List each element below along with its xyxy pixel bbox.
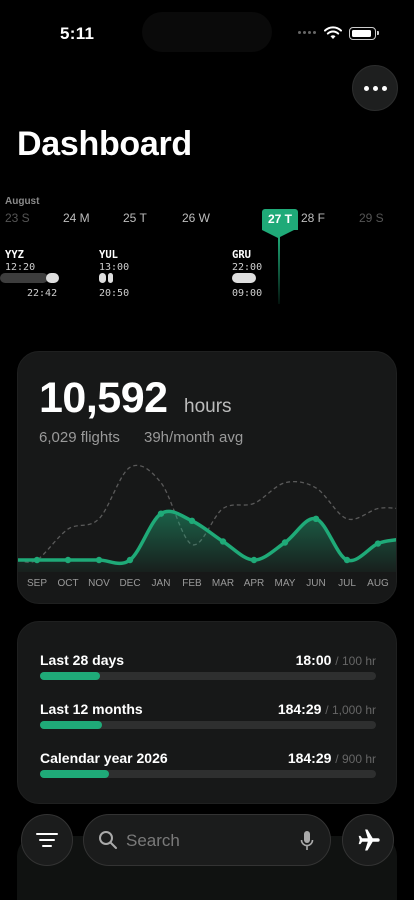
limit-label: Last 28 days: [40, 652, 125, 668]
add-flight-button[interactable]: [342, 814, 394, 866]
flight-departure: 13:00: [99, 262, 130, 273]
status-time: 5:11: [60, 24, 95, 43]
flight-bar: [0, 273, 48, 283]
timeline-month: August: [5, 196, 40, 207]
data-point: [281, 539, 289, 546]
timeline-day[interactable]: 26 W: [182, 211, 210, 225]
flight-bar: [232, 273, 256, 283]
flight-bar: [99, 273, 106, 283]
flight-bar: [108, 273, 113, 283]
flight-arrival: 09:00: [232, 288, 263, 299]
battery-icon: [349, 27, 379, 40]
x-tick-label: MAR: [211, 578, 235, 589]
data-point: [33, 556, 41, 564]
data-point: [312, 515, 320, 522]
x-tick-label: MAY: [274, 578, 296, 589]
timeline-day-today[interactable]: 27 T: [262, 209, 299, 230]
monthly-average: 39h/month avg: [144, 429, 244, 446]
flight-arrival: 20:50: [99, 288, 130, 299]
data-point: [64, 556, 72, 564]
limit-progress-track: [40, 721, 376, 729]
flight-code: GRU: [232, 249, 251, 261]
search-placeholder: Search: [126, 831, 180, 850]
x-tick-label: FEB: [182, 578, 202, 589]
filter-menu-button[interactable]: [21, 814, 73, 866]
airplane-icon: [358, 829, 380, 851]
x-tick-label: OCT: [57, 578, 79, 589]
cellular-signal-icon: [298, 31, 316, 34]
flight-bar: [46, 273, 59, 283]
microphone-icon[interactable]: [300, 830, 314, 852]
search-field[interactable]: Search: [83, 814, 331, 866]
limits-card[interactable]: Last 28 days 18:00 / 100 hr Last 12 mont…: [17, 621, 397, 804]
dynamic-island: [142, 12, 272, 52]
data-point: [157, 510, 165, 517]
timeline-day[interactable]: 23 S: [5, 211, 30, 225]
timeline-day[interactable]: 25 T: [123, 211, 147, 225]
x-tick-label: APR: [243, 578, 265, 589]
flight-code: YUL: [99, 249, 118, 261]
x-tick-label: DEC: [119, 578, 141, 589]
data-point: [219, 538, 227, 545]
x-tick-label: AUG: [367, 578, 389, 589]
search-icon: [99, 831, 117, 849]
data-point: [374, 540, 382, 547]
filter-lines-icon: [36, 833, 58, 847]
hours-chart: [18, 464, 396, 572]
limit-progress-fill: [40, 721, 103, 729]
page-title: Dashboard: [17, 125, 192, 163]
limit-label: Calendar year 2026: [40, 750, 168, 766]
flight-arrival: 22:42: [27, 288, 58, 299]
hours-card[interactable]: 10,592 hours 6,029 flights 39h/month avg…: [17, 351, 397, 604]
ellipsis-icon: [363, 85, 369, 91]
limit-value: 184:29 / 900 hr: [287, 750, 376, 766]
timeline-day[interactable]: 29 S: [359, 211, 384, 225]
limit-progress-fill: [40, 770, 109, 778]
data-point: [126, 556, 134, 564]
data-point: [250, 556, 258, 564]
timeline-day[interactable]: 24 M: [63, 211, 90, 225]
status-bar: 5:11: [0, 0, 414, 60]
flight-count: 6,029 flights: [39, 429, 120, 446]
data-point: [343, 556, 351, 564]
limit-progress-track: [40, 770, 376, 778]
limit-value: 18:00 / 100 hr: [295, 652, 376, 668]
data-point: [95, 556, 103, 564]
flight-departure: 12:20: [5, 262, 36, 273]
flight-code: YYZ: [5, 249, 24, 261]
limit-progress-fill: [40, 672, 101, 680]
x-tick-label: NOV: [88, 578, 110, 589]
hours-unit: hours: [184, 396, 232, 417]
flight-departure: 22:00: [232, 262, 263, 273]
x-tick-label: JUN: [306, 578, 326, 589]
limit-label: Last 12 months: [40, 701, 143, 717]
limit-progress-track: [40, 672, 376, 680]
timeline-day[interactable]: 28 F: [301, 211, 325, 225]
x-tick-label: JUL: [338, 578, 356, 589]
wifi-icon: [324, 26, 342, 39]
x-tick-label: JAN: [151, 578, 171, 589]
total-hours: 10,592: [39, 374, 168, 422]
limit-value: 184:29 / 1,000 hr: [277, 701, 376, 717]
today-line: [278, 236, 280, 304]
data-point: [188, 517, 196, 525]
more-options-button[interactable]: [352, 65, 398, 111]
x-tick-label: SEP: [26, 578, 47, 589]
series-area: [18, 511, 396, 572]
